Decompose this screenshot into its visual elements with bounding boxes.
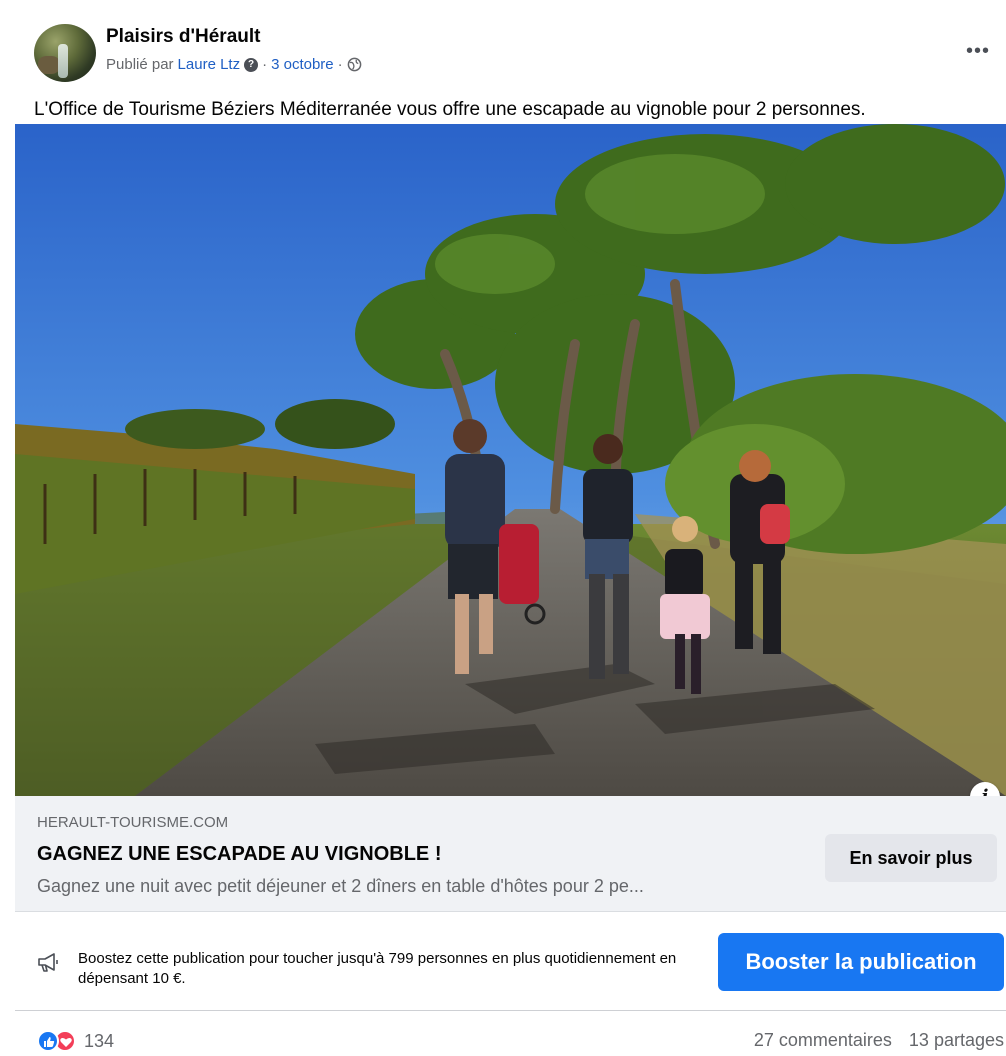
boost-description: Boostez cette publication pour toucher j… xyxy=(78,950,677,987)
post-date-link[interactable]: 3 octobre xyxy=(271,56,334,73)
comments-count-link[interactable]: 27 commentaires xyxy=(754,1030,892,1050)
footer-divider xyxy=(15,1010,1006,1011)
post-header: Plaisirs d'Hérault Publié par Laure Ltz … xyxy=(34,24,994,88)
more-options-icon[interactable]: ••• xyxy=(966,40,990,63)
engagement-stats: 27 commentaires 13 partages xyxy=(742,1030,1004,1051)
learn-more-button[interactable]: En savoir plus xyxy=(825,834,997,882)
published-by-label: Publié par xyxy=(106,56,174,73)
reaction-count: 134 xyxy=(84,1030,115,1051)
link-title[interactable]: GAGNEZ UNE ESCAPADE AU VIGNOBLE ! xyxy=(37,843,441,866)
post-caption: L'Office de Tourisme Béziers Méditerrané… xyxy=(34,99,866,120)
megaphone-icon xyxy=(38,953,58,972)
avatar-rock xyxy=(38,56,60,74)
meta-separator: · xyxy=(262,56,268,73)
shares-count-link[interactable]: 13 partages xyxy=(909,1030,1004,1050)
author-link[interactable]: Laure Ltz xyxy=(178,56,241,73)
avatar-waterfall xyxy=(58,44,68,78)
boost-banner: Boostez cette publication pour toucher j… xyxy=(15,916,1006,1006)
page-avatar[interactable] xyxy=(34,24,96,82)
link-description: Gagnez une nuit avec petit déjeuner et 2… xyxy=(37,876,644,896)
post-meta: Publié par Laure Ltz ? · 3 octobre · xyxy=(106,56,362,73)
like-icon xyxy=(37,1030,59,1052)
globe-icon[interactable] xyxy=(347,57,362,72)
meta-separator-2: · xyxy=(337,56,343,73)
family-walk-vineyard-image xyxy=(15,124,1006,796)
link-preview-card[interactable]: HERAULT-TOURISME.COM GAGNEZ UNE ESCAPADE… xyxy=(15,796,1006,912)
question-circle-icon[interactable]: ? xyxy=(244,57,259,72)
link-domain: HERAULT-TOURISME.COM xyxy=(37,814,229,831)
boost-post-button[interactable]: Booster la publication xyxy=(718,933,1004,991)
reactions-summary[interactable]: 134 xyxy=(37,1030,114,1052)
page-name-link[interactable]: Plaisirs d'Hérault xyxy=(106,26,260,48)
post-photo[interactable]: i xyxy=(15,124,1006,796)
engagement-bar: 134 27 commentaires 13 partages xyxy=(15,1026,1006,1056)
